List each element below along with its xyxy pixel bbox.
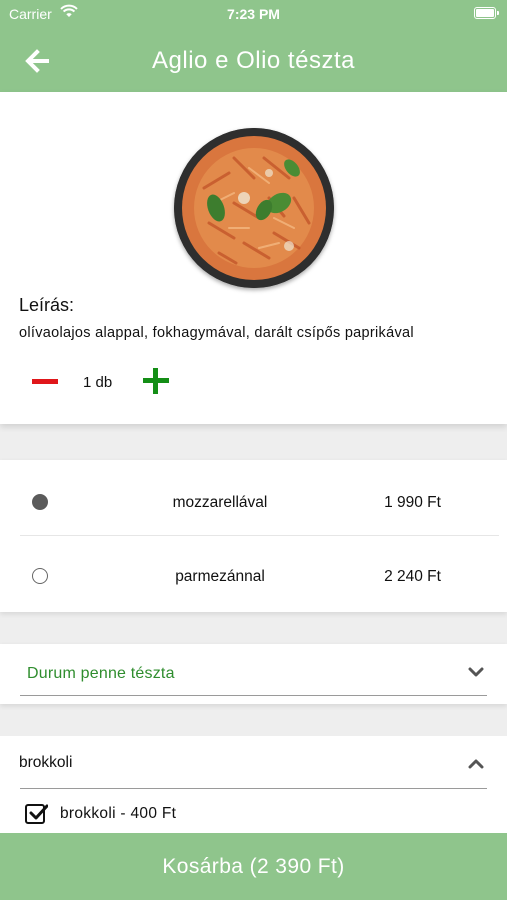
dish-card: Leírás: olívaolajos alappal, fokhagymáva… xyxy=(0,92,507,424)
extras-group-header[interactable]: brokkoli xyxy=(0,736,507,791)
radio-unselected-icon[interactable] xyxy=(32,568,48,584)
chevron-up-icon xyxy=(468,759,484,769)
add-to-cart-button[interactable]: Kosárba (2 390 Ft) xyxy=(0,833,507,900)
variant-option-mozzarella[interactable]: mozzarellával 1 990 Ft xyxy=(0,464,507,536)
pasta-type-select[interactable]: Durum penne tészta xyxy=(0,644,507,704)
extra-checkbox-brokkoli[interactable] xyxy=(25,804,48,824)
extra-item-label: brokkoli - 400 Ft xyxy=(60,805,177,822)
battery-icon xyxy=(474,7,499,19)
variant-options: mozzarellával 1 990 Ft parmezánnal 2 240… xyxy=(0,460,507,612)
status-bar: Carrier 7:23 PM xyxy=(0,0,507,28)
group-underline xyxy=(20,788,487,789)
variant-name: mozzarellával xyxy=(172,494,268,511)
variant-option-parmezan[interactable]: parmezánnal 2 240 Ft xyxy=(0,538,507,610)
pasta-type-value: Durum penne tészta xyxy=(27,665,175,682)
extras-section: brokkoli brokkoli - 400 Ft xyxy=(0,736,507,836)
description-label: Leírás: xyxy=(19,295,75,315)
checkmark-icon xyxy=(29,804,48,820)
radio-selected-icon[interactable] xyxy=(32,494,48,510)
chevron-down-icon xyxy=(468,667,484,677)
divider xyxy=(20,535,499,536)
variant-price: 1 990 Ft xyxy=(384,494,441,511)
description-text: olívaolajos alappal, fokhagymával, darál… xyxy=(19,325,414,341)
header-bar: Carrier 7:23 PM Aglio e Olio tészta xyxy=(0,0,507,92)
extras-group-label: brokkoli xyxy=(19,754,73,771)
clock: 7:23 PM xyxy=(227,6,280,22)
quantity-value: 1 db xyxy=(83,374,113,391)
select-underline xyxy=(20,695,487,696)
variant-price: 2 240 Ft xyxy=(384,568,441,585)
variant-name: parmezánnal xyxy=(175,568,265,585)
dish-image xyxy=(174,128,334,288)
page-title: Aglio e Olio tészta xyxy=(152,47,355,74)
increase-quantity-button[interactable] xyxy=(143,368,169,394)
decrease-quantity-button[interactable] xyxy=(32,379,58,384)
